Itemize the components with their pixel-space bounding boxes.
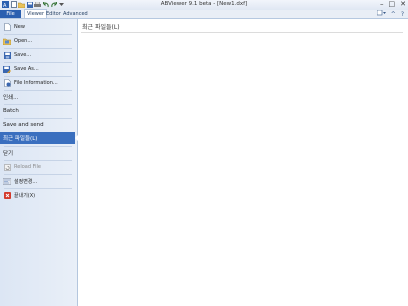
- menu-item-batch[interactable]: Batch: [0, 105, 79, 117]
- menu-item-print[interactable]: 인쇄...: [0, 91, 79, 103]
- menu-item-save[interactable]: Save...: [0, 49, 76, 61]
- ribbon-tab-bar: File Viewer Editor Advanced ^ ?: [0, 9, 408, 19]
- ribbon-right-icons: ^ ?: [376, 9, 404, 18]
- menu-item-label: 설정변경...: [14, 178, 38, 185]
- menu-item-label: Save...: [14, 52, 32, 58]
- menu-item-close[interactable]: 닫기: [0, 147, 79, 159]
- reload-icon: [3, 163, 11, 171]
- page-title: 최근 파일들(L): [82, 24, 120, 31]
- menu-item-reload-file[interactable]: Reload File: [0, 161, 76, 173]
- tab-file[interactable]: File: [0, 10, 21, 18]
- save-icon: [3, 51, 11, 59]
- menu-item-new[interactable]: New: [0, 21, 76, 33]
- window-controls: – □ ✕: [380, 0, 406, 8]
- open-folder-icon: [3, 37, 11, 45]
- minimize-button[interactable]: –: [380, 0, 384, 8]
- file-info-icon: [3, 79, 11, 87]
- close-button[interactable]: ✕: [400, 0, 406, 8]
- menu-item-label: Reload File: [14, 164, 41, 170]
- new-file-icon: [3, 23, 11, 31]
- menu-item-label: File Information...: [14, 80, 58, 86]
- menu-item-label: 끝내기(X): [14, 192, 36, 199]
- divider: [81, 32, 403, 33]
- recent-files-panel: 최근 파일들(L): [78, 19, 408, 306]
- menu-item-label: New: [14, 24, 25, 30]
- settings-icon: [3, 177, 11, 185]
- backstage-sidebar: New Open... Save... Save As... File Info…: [0, 19, 79, 306]
- menu-item-label: Open...: [14, 38, 33, 44]
- exit-icon: [3, 191, 11, 199]
- maximize-button[interactable]: □: [389, 0, 396, 8]
- menu-item-settings[interactable]: 설정변경...: [0, 175, 76, 187]
- tab-editor[interactable]: Editor: [44, 10, 63, 18]
- menu-item-exit[interactable]: 끝내기(X): [0, 189, 76, 201]
- help-icon[interactable]: ?: [401, 11, 404, 18]
- menu-item-file-information[interactable]: File Information...: [0, 77, 76, 89]
- menu-item-save-and-send[interactable]: Save and send: [0, 119, 79, 131]
- minimize-ribbon-icon[interactable]: ^: [391, 11, 396, 18]
- menu-item-open[interactable]: Open...: [0, 35, 76, 47]
- style-menu-icon[interactable]: [376, 9, 386, 18]
- menu-item-recent-files[interactable]: 최근 파일들(L): [0, 132, 79, 144]
- save-as-icon: [3, 65, 11, 73]
- menu-item-save-as[interactable]: Save As...: [0, 63, 76, 75]
- tab-advanced[interactable]: Advanced: [61, 10, 90, 18]
- window-title: ABViewer 9.1 beta - [New1.dxf]: [160, 1, 248, 7]
- menu-item-label: Save As...: [14, 66, 39, 72]
